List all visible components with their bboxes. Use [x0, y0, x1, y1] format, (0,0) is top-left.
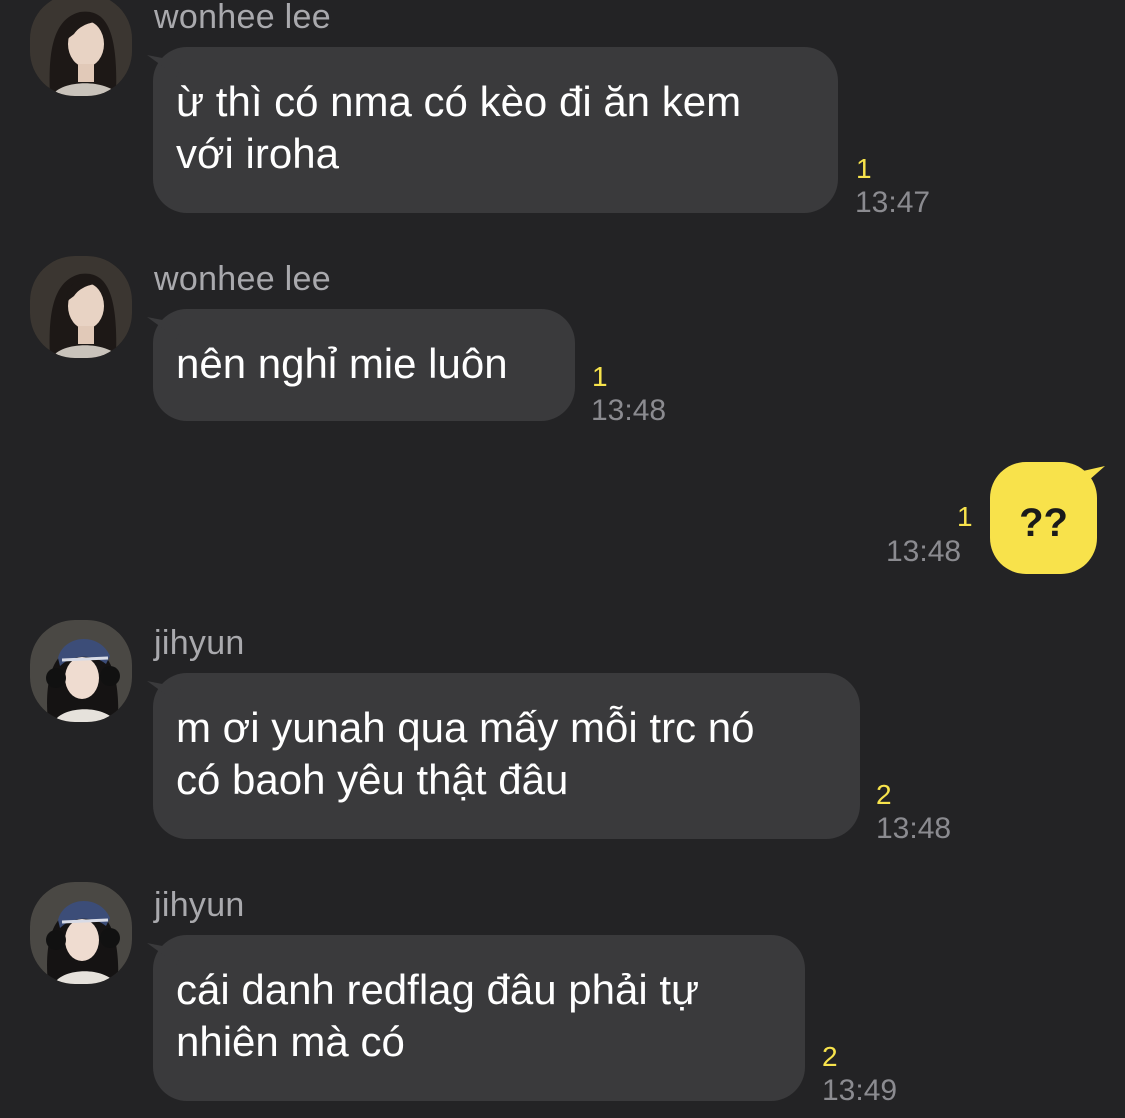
message-bubble[interactable]: cái danh redflag đâu phải tự nhiên mà có [153, 935, 805, 1101]
unread-count: 1 [592, 361, 608, 392]
message-text: ừ thì có nma có kèo đi ăn kem với iroha [176, 78, 742, 177]
sender-avatar[interactable] [30, 620, 132, 722]
sender-name: wonhee lee [154, 0, 331, 36]
message-bubble[interactable]: ừ thì có nma có kèo đi ăn kem với iroha [153, 47, 838, 213]
message-time: 13:47 [855, 186, 931, 219]
message-bubble[interactable]: m ơi yunah qua mấy mỗi trc nó có baoh yê… [153, 673, 860, 839]
message-time: 13:48 [876, 812, 952, 845]
message-text: cái danh redflag đâu phải tự nhiên mà có [176, 966, 700, 1065]
message-bubble-outgoing[interactable]: ?? [990, 462, 1097, 574]
sender-name: wonhee lee [154, 260, 331, 298]
message-text: m ơi yunah qua mấy mỗi trc nó có baoh yê… [176, 704, 755, 803]
message-time: 13:49 [822, 1074, 898, 1107]
unread-count: 1 [856, 153, 872, 184]
message-bubble[interactable]: nên nghỉ mie luôn [153, 309, 575, 421]
sender-avatar[interactable] [30, 0, 132, 96]
message-text: nên nghỉ mie luôn [176, 340, 508, 387]
unread-count: 2 [822, 1041, 838, 1072]
sender-name: jihyun [154, 624, 245, 662]
message-time: 13:48 [886, 535, 962, 568]
message-text: ?? [1019, 501, 1068, 545]
sender-name: jihyun [154, 886, 245, 924]
message-time: 13:48 [591, 394, 667, 427]
unread-count: 1 [957, 501, 973, 532]
unread-count: 2 [876, 779, 892, 810]
sender-avatar[interactable] [30, 256, 132, 358]
sender-avatar[interactable] [30, 882, 132, 984]
